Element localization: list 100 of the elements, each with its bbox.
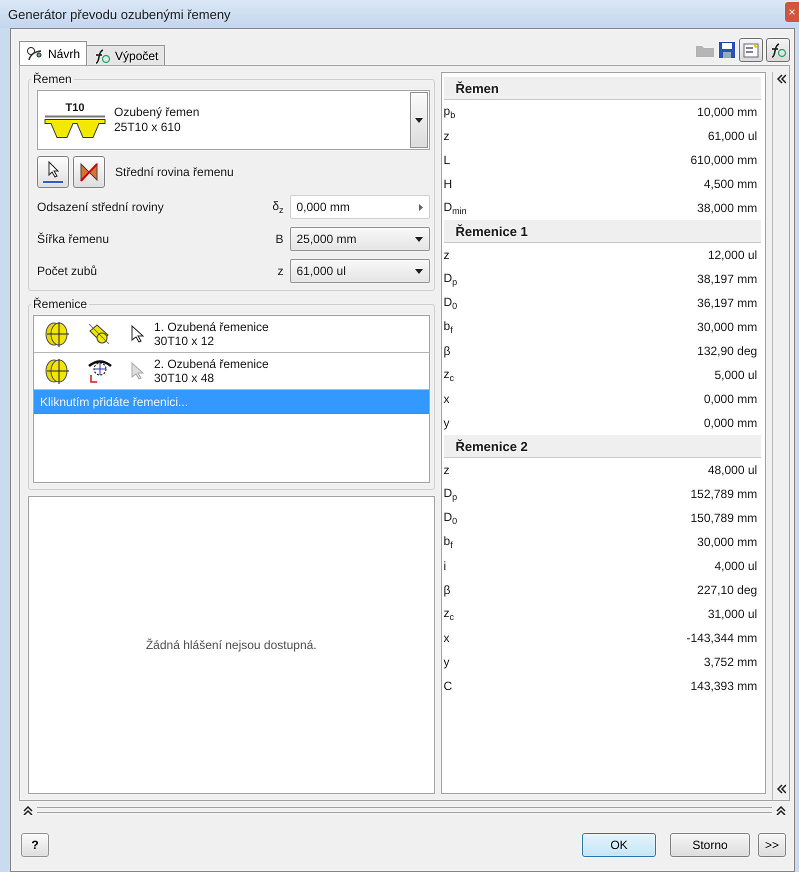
input-field[interactable]: 0,000 mm <box>290 195 430 219</box>
parameter-value: 36,197 mm <box>697 296 758 310</box>
parameter-value: 132,90 deg <box>697 344 758 358</box>
parameter-value: 12,000 ul <box>708 248 758 262</box>
parameter-value: 227,10 deg <box>697 583 758 597</box>
parameter-value: 30,000 mm <box>697 535 758 549</box>
options-toggle[interactable] <box>739 38 763 62</box>
save-icon[interactable] <box>718 41 736 59</box>
collapse-left-icon[interactable] <box>776 74 786 84</box>
field-symbol: z <box>276 264 284 278</box>
parameter-value: 152,789 mm <box>690 487 758 501</box>
section-header: Řemenice 1 <box>444 220 762 243</box>
pulley-row[interactable]: 1. Ozubená řemenice 30T10 x 12 <box>34 316 428 353</box>
parameter-symbol: z$_{c}$ <box>444 606 454 622</box>
message-text: Žádná hlášení nejsou dostupná. <box>146 638 317 652</box>
parameter-value: 143,393 mm <box>690 679 758 693</box>
function-icon <box>769 42 787 58</box>
flip-button[interactable] <box>73 156 105 188</box>
parameter-symbol: D$_{p}$ <box>444 486 458 502</box>
function-icon <box>93 48 112 64</box>
dropdown-button[interactable] <box>410 92 428 148</box>
parameter-value: 0,000 mm <box>704 392 758 406</box>
parameter-symbol: b$_{f}$ <box>444 319 453 335</box>
field-label: Odsazení střední roviny <box>37 200 165 214</box>
parameter-value: 61,000 ul <box>708 129 758 143</box>
parameter-value: 0,000 mm <box>704 416 758 430</box>
collapse-left-icon[interactable] <box>776 784 786 794</box>
parameter-value: 38,000 mm <box>697 201 758 215</box>
plane-label: Střední rovina řemenu <box>115 165 234 179</box>
cursor-icon <box>41 160 65 184</box>
group-title: Řemen <box>32 72 73 86</box>
tab[interactable]: Výpočet <box>86 45 166 65</box>
parameter-value: 10,000 mm <box>697 105 758 119</box>
parameter-symbol: x <box>444 392 450 406</box>
parameter-symbol: D$_{min}$ <box>444 200 467 216</box>
parameter-symbol: z <box>444 129 450 143</box>
arrow-icon <box>418 204 422 210</box>
parameter-value: 5,000 ul <box>714 368 758 382</box>
section-header: Řemenice 2 <box>444 435 762 458</box>
cursor-icon[interactable] <box>130 325 144 343</box>
parameter-value: 610,000 mm <box>690 153 758 167</box>
parameter-symbol: z$_{c}$ <box>444 367 454 383</box>
parameter-symbol: b$_{f}$ <box>444 534 453 550</box>
parameter-value: 4,000 ul <box>714 559 758 573</box>
parameter-symbol: z <box>444 463 450 477</box>
window-title: Generátor převodu ozubenými řemeny <box>8 6 231 22</box>
parameter-value: 31,000 ul <box>708 607 758 621</box>
more-button[interactable]: >> <box>758 833 786 857</box>
parameter-value: 30,000 mm <box>697 320 758 334</box>
select-button[interactable] <box>37 156 69 188</box>
cylinder-icon <box>86 321 112 347</box>
field-label: Šířka řemenu <box>37 232 110 246</box>
belt-spec: 25T10 x 610 <box>114 120 182 135</box>
flip-plane-icon <box>78 161 100 183</box>
cancel-button[interactable]: Storno <box>670 833 750 857</box>
collapse-up-icon[interactable] <box>776 805 786 815</box>
belt-name: Ozubený řemen <box>114 105 200 120</box>
group-title: Řemenice <box>32 297 88 311</box>
collapse-up-icon[interactable] <box>23 805 33 815</box>
field-symbol: B <box>274 232 284 246</box>
field-label: Počet zubů <box>37 264 98 278</box>
belt-type: T10 <box>66 102 84 114</box>
ok-button[interactable]: OK <box>582 833 656 857</box>
parameter-value: -143,344 mm <box>686 631 758 645</box>
belt-selector[interactable]: T10 Ozubený řemen 25T10 x 610 <box>37 90 430 150</box>
pulley-name: 1. Ozubená řemenice <box>154 320 269 334</box>
formula-toggle[interactable] <box>766 38 790 62</box>
parameter-value: 38,197 mm <box>697 272 758 286</box>
parameter-symbol: D$_{0}$ <box>444 510 458 526</box>
tab[interactable]: Návrh <box>19 41 88 65</box>
pulley-spec: 30T10 x 48 <box>154 371 216 385</box>
caret-icon <box>414 236 422 242</box>
parameter-symbol: y <box>444 416 450 430</box>
section-header: Řemen <box>444 77 762 100</box>
parameter-symbol: y <box>444 655 450 669</box>
parameter-symbol: p$_{b}$ <box>444 104 456 120</box>
parameter-value: 48,000 ul <box>708 463 758 477</box>
close-button[interactable]: × <box>785 2 799 22</box>
dropdown-field[interactable]: 25,000 mm <box>290 227 430 251</box>
parameter-symbol: D$_{p}$ <box>444 271 458 287</box>
parameter-value: 3,752 mm <box>704 655 758 669</box>
parameter-symbol: β <box>444 583 450 597</box>
tangent-circle-icon <box>86 357 114 385</box>
parameter-symbol: D$_{0}$ <box>444 295 458 311</box>
help-button[interactable]: ? <box>21 833 49 857</box>
parameter-symbol: z <box>444 248 450 262</box>
caret-icon <box>414 268 422 274</box>
properties-icon <box>743 42 759 58</box>
parameter-symbol: L <box>444 153 450 167</box>
parameter-symbol: H <box>444 177 452 191</box>
caret-icon <box>414 118 422 122</box>
parameter-symbol: β <box>444 344 450 358</box>
parameter-symbol: i <box>444 559 446 573</box>
belt-profile-icon <box>44 114 106 138</box>
field-symbol: δ$_{z}$ <box>271 199 284 215</box>
dropdown-field[interactable]: 61,000 ul <box>290 259 430 283</box>
parameter-symbol: x <box>444 631 450 645</box>
pulley-spec: 30T10 x 12 <box>154 334 216 348</box>
pulley-name: 2. Ozubená řemenice <box>154 357 269 371</box>
parameter-value: 4,500 mm <box>704 177 758 191</box>
